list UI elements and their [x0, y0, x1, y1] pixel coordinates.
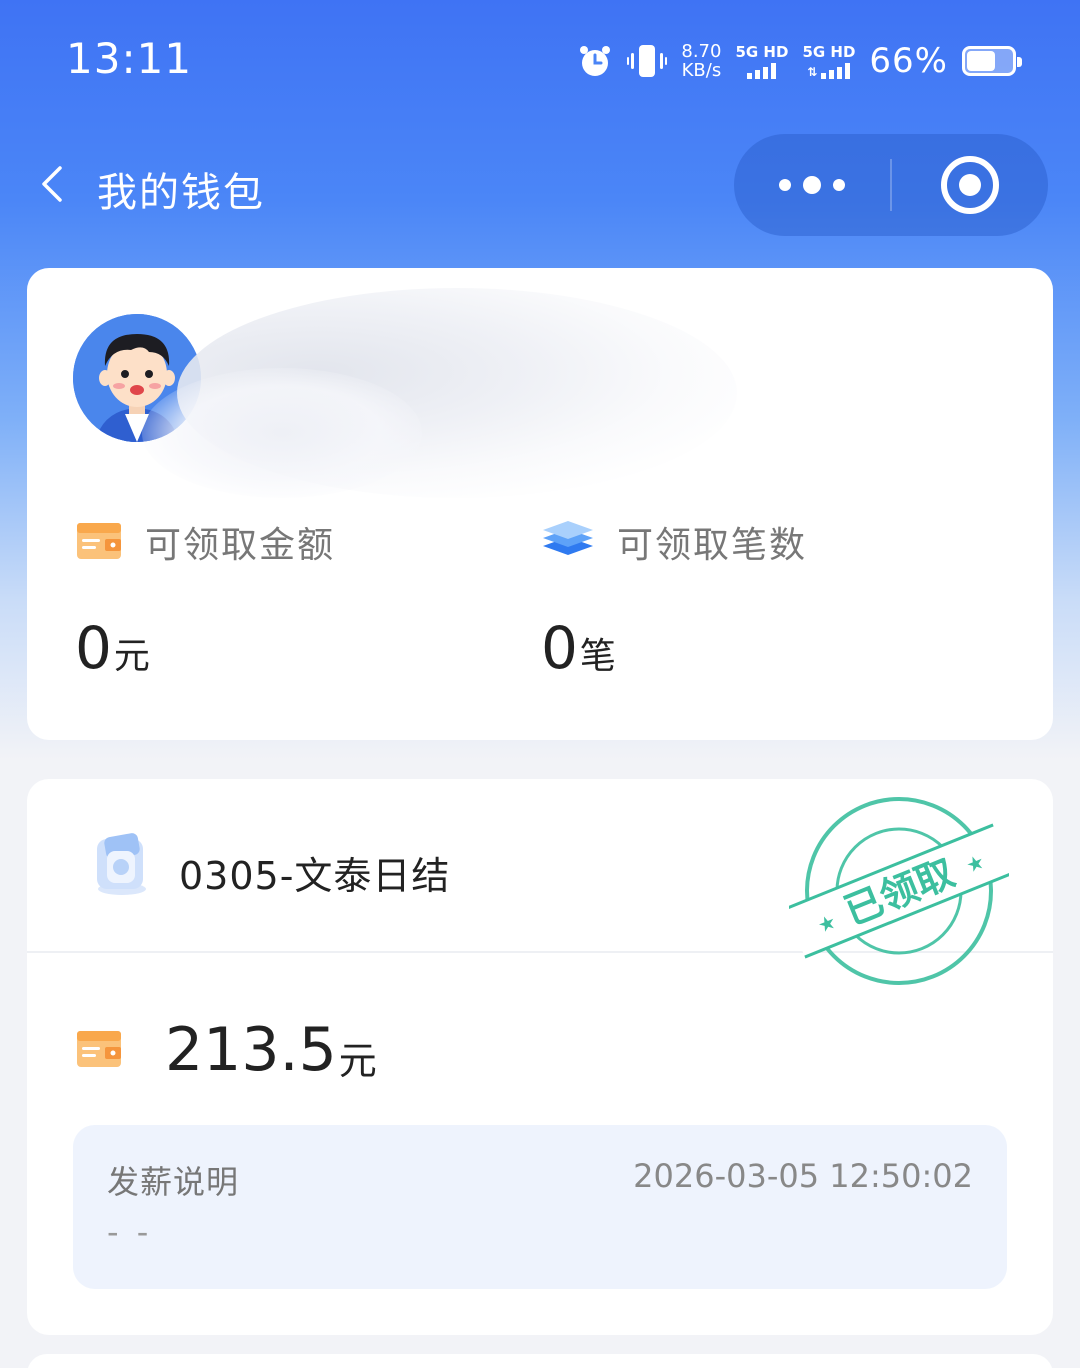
network-speed: 8.70 KB/s: [681, 42, 721, 80]
claimable-count-value: 0: [541, 614, 578, 682]
nav-bar: 我的钱包: [0, 130, 1080, 240]
alarm-icon: [577, 43, 613, 79]
page-title: 我的钱包: [97, 170, 265, 216]
record-amount-unit: 元: [338, 1038, 377, 1083]
sim1-signal: 5G HD: [735, 44, 788, 79]
wallet-summary-card: 可领取金额 0 元 可领取笔数 0 笔: [27, 268, 1053, 740]
claimable-count-unit: 笔: [579, 636, 616, 677]
payroll-timestamp: 2026-03-05 12:50:02: [633, 1157, 973, 1195]
battery-icon: [962, 46, 1022, 76]
record-title: 0305-文泰日结: [179, 854, 451, 898]
claimable-amount-value: 0: [75, 614, 112, 682]
status-bar: 13:11 8.70 KB/s 5G HD 5G HD ⇅ 66%: [0, 0, 1080, 110]
claimable-count-stat: 可领取笔数 0 笔: [541, 516, 807, 682]
more-dots-icon: [779, 179, 791, 191]
more-button[interactable]: [734, 134, 890, 236]
record-amount-value: 213.5: [165, 1015, 337, 1085]
network-speed-unit: KB/s: [681, 60, 722, 81]
record-amount-row: 213.5 元: [75, 1015, 377, 1085]
signal-bars-icon: [747, 62, 777, 79]
signal-bars-icon: ⇅: [807, 62, 851, 79]
close-miniapp-button[interactable]: [892, 134, 1048, 236]
back-button[interactable]: [34, 162, 74, 206]
payroll-note-box: 发薪说明 2026-03-05 12:50:02 - -: [73, 1125, 1007, 1289]
network-speed-value: 8.70: [681, 41, 722, 62]
payment-record-card[interactable]: 0305-文泰日结 ★ ★ 已领取 213.5 元 发薪说明 2026-03-0…: [27, 779, 1053, 1335]
claimable-amount-unit: 元: [113, 636, 150, 677]
sim2-signal: 5G HD ⇅: [802, 44, 855, 79]
status-time: 13:11: [66, 34, 193, 83]
payroll-note-label: 发薪说明: [107, 1163, 240, 1201]
layers-icon: [541, 519, 595, 565]
claimable-count-label: 可领取笔数: [617, 525, 808, 566]
next-record-card[interactable]: [27, 1354, 1053, 1368]
claimed-stamp: ★ ★ 已领取: [784, 793, 1014, 993]
target-circle-icon: [941, 156, 999, 214]
chevron-left-icon: [42, 166, 62, 202]
miniapp-capsule: [734, 134, 1048, 236]
wallet-icon: [75, 519, 123, 565]
sim2-label: 5G HD: [802, 42, 856, 61]
payroll-note-text: - -: [107, 1213, 153, 1251]
claimable-amount-stat: 可领取金额 0 元: [75, 516, 335, 682]
claimable-amount-label: 可领取金额: [145, 525, 336, 566]
blurred-username-overlay: [142, 368, 422, 498]
sim1-label: 5G HD: [735, 42, 789, 61]
battery-percent: 66%: [869, 41, 948, 81]
document-icon: [89, 831, 155, 897]
wallet-icon: [75, 1027, 123, 1073]
record-header: 0305-文泰日结 ★ ★ 已领取: [27, 779, 1053, 985]
vibrate-icon: [627, 43, 668, 79]
status-icons: 8.70 KB/s 5G HD 5G HD ⇅ 66%: [577, 38, 1022, 84]
